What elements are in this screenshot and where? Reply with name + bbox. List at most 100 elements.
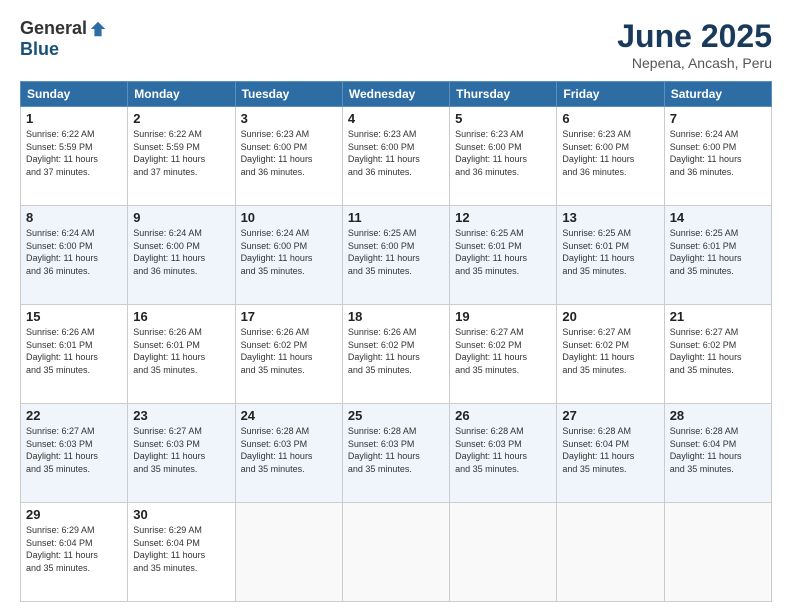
day-cell: [450, 503, 557, 602]
day-cell: 14 Sunrise: 6:25 AM Sunset: 6:01 PM Dayli…: [664, 206, 771, 305]
day-info: Sunrise: 6:25 AM Sunset: 6:01 PM Dayligh…: [455, 227, 551, 277]
day-cell: 24Sunrise: 6:28 AM Sunset: 6:03 PM Dayli…: [235, 404, 342, 503]
day-info: Sunrise: 6:24 AM Sunset: 6:00 PM Dayligh…: [26, 227, 122, 277]
day-number: 13: [562, 210, 658, 225]
day-info: Sunrise: 6:22 AM Sunset: 5:59 PM Dayligh…: [133, 128, 229, 178]
day-cell: 6 Sunrise: 6:23 AM Sunset: 6:00 PM Daylig…: [557, 107, 664, 206]
day-number: 4: [348, 111, 444, 126]
day-cell: 10 Sunrise: 6:24 AM Sunset: 6:00 PM Dayli…: [235, 206, 342, 305]
day-cell: 12Sunrise: 6:25 AM Sunset: 6:01 PM Dayli…: [450, 206, 557, 305]
day-info: Sunrise: 6:28 AM Sunset: 6:03 PM Dayligh…: [455, 425, 551, 475]
day-cell: 19 Sunrise: 6:27 AM Sunset: 6:02 PM Dayli…: [450, 305, 557, 404]
week-row-3: 22 Sunrise: 6:27 AM Sunset: 6:03 PM Dayli…: [21, 404, 772, 503]
day-info: Sunrise: 6:25 AM Sunset: 6:01 PM Dayligh…: [670, 227, 766, 277]
day-info: Sunrise: 6:23 AM Sunset: 6:00 PM Dayligh…: [241, 128, 337, 178]
calendar-subtitle: Nepena, Ancash, Peru: [617, 55, 772, 71]
day-cell: 7 Sunrise: 6:24 AM Sunset: 6:00 PM Daylig…: [664, 107, 771, 206]
day-number: 3: [241, 111, 337, 126]
week-row-4: 29Sunrise: 6:29 AM Sunset: 6:04 PM Dayli…: [21, 503, 772, 602]
title-block: June 2025 Nepena, Ancash, Peru: [617, 18, 772, 71]
header-thursday: Thursday: [450, 82, 557, 107]
day-cell: 23 Sunrise: 6:27 AM Sunset: 6:03 PM Dayli…: [128, 404, 235, 503]
day-number: 7: [670, 111, 766, 126]
day-number: 16: [133, 309, 229, 324]
day-cell: 15 Sunrise: 6:26 AM Sunset: 6:01 PM Dayli…: [21, 305, 128, 404]
day-number: 27: [562, 408, 658, 423]
day-info: Sunrise: 6:23 AM Sunset: 6:00 PM Dayligh…: [348, 128, 444, 178]
day-number: 1: [26, 111, 122, 126]
day-number: 10: [241, 210, 337, 225]
logo: General Blue: [20, 18, 107, 60]
day-number: 23: [133, 408, 229, 423]
day-number: 5: [455, 111, 551, 126]
logo-icon: [89, 20, 107, 38]
day-cell: 26Sunrise: 6:28 AM Sunset: 6:03 PM Dayli…: [450, 404, 557, 503]
day-number: 11: [348, 210, 444, 225]
day-cell: 9 Sunrise: 6:24 AM Sunset: 6:00 PM Daylig…: [128, 206, 235, 305]
day-info: Sunrise: 6:25 AM Sunset: 6:00 PM Dayligh…: [348, 227, 444, 277]
logo-blue-text: Blue: [20, 39, 59, 60]
day-number: 17: [241, 309, 337, 324]
header-monday: Monday: [128, 82, 235, 107]
day-info: Sunrise: 6:26 AM Sunset: 6:01 PM Dayligh…: [26, 326, 122, 376]
day-cell: [664, 503, 771, 602]
week-row-1: 8 Sunrise: 6:24 AM Sunset: 6:00 PM Daylig…: [21, 206, 772, 305]
header-row: Sunday Monday Tuesday Wednesday Thursday…: [21, 82, 772, 107]
day-info: Sunrise: 6:27 AM Sunset: 6:02 PM Dayligh…: [455, 326, 551, 376]
day-cell: 21 Sunrise: 6:27 AM Sunset: 6:02 PM Dayli…: [664, 305, 771, 404]
day-cell: 4 Sunrise: 6:23 AM Sunset: 6:00 PM Daylig…: [342, 107, 449, 206]
day-info: Sunrise: 6:29 AM Sunset: 6:04 PM Dayligh…: [133, 524, 229, 574]
day-number: 8: [26, 210, 122, 225]
header-sunday: Sunday: [21, 82, 128, 107]
day-cell: 22Sunrise: 6:27 AM Sunset: 6:03 PM Dayli…: [21, 404, 128, 503]
week-row-0: 1 Sunrise: 6:22 AM Sunset: 5:59 PM Daylig…: [21, 107, 772, 206]
day-number: 6: [562, 111, 658, 126]
day-number: 2: [133, 111, 229, 126]
day-info: Sunrise: 6:23 AM Sunset: 6:00 PM Dayligh…: [562, 128, 658, 178]
header-friday: Friday: [557, 82, 664, 107]
day-info: Sunrise: 6:27 AM Sunset: 6:03 PM Dayligh…: [133, 425, 229, 475]
day-number: 14: [670, 210, 766, 225]
day-cell: 5 Sunrise: 6:23 AM Sunset: 6:00 PM Daylig…: [450, 107, 557, 206]
day-info: Sunrise: 6:23 AM Sunset: 6:00 PM Dayligh…: [455, 128, 551, 178]
day-cell: 25 Sunrise: 6:28 AM Sunset: 6:03 PM Dayli…: [342, 404, 449, 503]
day-info: Sunrise: 6:24 AM Sunset: 6:00 PM Dayligh…: [670, 128, 766, 178]
page: General Blue June 2025 Nepena, Ancash, P…: [0, 0, 792, 612]
day-cell: 16 Sunrise: 6:26 AM Sunset: 6:01 PM Dayli…: [128, 305, 235, 404]
day-cell: 1 Sunrise: 6:22 AM Sunset: 5:59 PM Daylig…: [21, 107, 128, 206]
day-cell: [235, 503, 342, 602]
week-row-2: 15 Sunrise: 6:26 AM Sunset: 6:01 PM Dayli…: [21, 305, 772, 404]
day-cell: [557, 503, 664, 602]
day-number: 9: [133, 210, 229, 225]
day-info: Sunrise: 6:26 AM Sunset: 6:01 PM Dayligh…: [133, 326, 229, 376]
day-info: Sunrise: 6:24 AM Sunset: 6:00 PM Dayligh…: [241, 227, 337, 277]
day-cell: [342, 503, 449, 602]
day-info: Sunrise: 6:25 AM Sunset: 6:01 PM Dayligh…: [562, 227, 658, 277]
day-number: 15: [26, 309, 122, 324]
day-number: 18: [348, 309, 444, 324]
day-cell: 13 Sunrise: 6:25 AM Sunset: 6:01 PM Dayli…: [557, 206, 664, 305]
day-cell: 30Sunrise: 6:29 AM Sunset: 6:04 PM Dayli…: [128, 503, 235, 602]
day-info: Sunrise: 6:26 AM Sunset: 6:02 PM Dayligh…: [241, 326, 337, 376]
day-cell: 2 Sunrise: 6:22 AM Sunset: 5:59 PM Daylig…: [128, 107, 235, 206]
day-cell: 17 Sunrise: 6:26 AM Sunset: 6:02 PM Dayli…: [235, 305, 342, 404]
day-cell: 18Sunrise: 6:26 AM Sunset: 6:02 PM Dayli…: [342, 305, 449, 404]
day-info: Sunrise: 6:29 AM Sunset: 6:04 PM Dayligh…: [26, 524, 122, 574]
day-info: Sunrise: 6:28 AM Sunset: 6:04 PM Dayligh…: [562, 425, 658, 475]
day-info: Sunrise: 6:22 AM Sunset: 5:59 PM Dayligh…: [26, 128, 122, 178]
header: General Blue June 2025 Nepena, Ancash, P…: [20, 18, 772, 71]
day-number: 25: [348, 408, 444, 423]
day-number: 19: [455, 309, 551, 324]
day-cell: 8 Sunrise: 6:24 AM Sunset: 6:00 PM Daylig…: [21, 206, 128, 305]
day-cell: 3 Sunrise: 6:23 AM Sunset: 6:00 PM Daylig…: [235, 107, 342, 206]
header-saturday: Saturday: [664, 82, 771, 107]
day-info: Sunrise: 6:28 AM Sunset: 6:03 PM Dayligh…: [241, 425, 337, 475]
day-number: 22: [26, 408, 122, 423]
day-info: Sunrise: 6:28 AM Sunset: 6:04 PM Dayligh…: [670, 425, 766, 475]
day-number: 21: [670, 309, 766, 324]
day-info: Sunrise: 6:27 AM Sunset: 6:02 PM Dayligh…: [670, 326, 766, 376]
day-number: 20: [562, 309, 658, 324]
day-info: Sunrise: 6:27 AM Sunset: 6:02 PM Dayligh…: [562, 326, 658, 376]
day-info: Sunrise: 6:24 AM Sunset: 6:00 PM Dayligh…: [133, 227, 229, 277]
day-info: Sunrise: 6:28 AM Sunset: 6:03 PM Dayligh…: [348, 425, 444, 475]
